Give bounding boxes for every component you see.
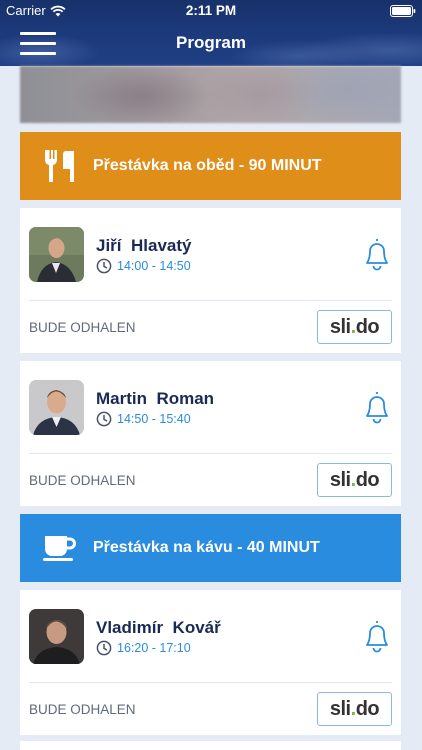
speaker-avatar bbox=[29, 609, 84, 664]
talk-card[interactable]: Jiří Hlavatý 14:00 - 14:50 BUDE ODHALEN … bbox=[20, 208, 401, 353]
app-header: Carrier 2:11 PM Program bbox=[0, 0, 422, 66]
speaker-avatar bbox=[29, 380, 84, 435]
bell-icon[interactable] bbox=[361, 618, 393, 654]
page-title: Program bbox=[176, 33, 246, 52]
event-banner-image bbox=[20, 66, 401, 123]
speaker-name: Jiří Hlavatý bbox=[96, 236, 192, 255]
slido-label: sli.do bbox=[329, 697, 380, 720]
bell-icon[interactable] bbox=[361, 236, 393, 272]
status-time: 2:11 PM bbox=[185, 3, 237, 18]
slido-button[interactable]: sli.do bbox=[317, 310, 392, 344]
slido-label: sli.do bbox=[329, 315, 380, 338]
status-bar: Carrier 2:11 PM bbox=[0, 0, 422, 22]
talk-time: 14:50 - 15:40 bbox=[96, 411, 191, 427]
card-divider bbox=[29, 300, 392, 301]
lunch-break-banner: Přestávka na oběd - 90 MINUT bbox=[20, 132, 401, 200]
talk-card[interactable]: Martin Roman 14:50 - 15:40 BUDE ODHALEN … bbox=[20, 361, 401, 506]
talk-time: 16:20 - 17:10 bbox=[96, 640, 191, 656]
talk-time-label: 16:20 - 17:10 bbox=[117, 641, 191, 655]
coffee-break-label: Přestávka na kávu - 40 MINUT bbox=[93, 539, 320, 556]
clock-icon bbox=[96, 640, 112, 656]
slido-label: sli.do bbox=[329, 468, 380, 491]
room-label: BUDE ODHALEN bbox=[29, 702, 136, 717]
fork-knife-icon bbox=[37, 146, 83, 186]
slido-button[interactable]: sli.do bbox=[317, 692, 392, 726]
lunch-break-label: Přestávka na oběd - 90 MINUT bbox=[93, 157, 322, 174]
bell-icon[interactable] bbox=[361, 389, 393, 425]
talk-time: 14:00 - 14:50 bbox=[96, 258, 191, 274]
talk-time-label: 14:50 - 15:40 bbox=[117, 412, 191, 426]
battery-icon bbox=[390, 5, 416, 17]
talk-time-label: 14:00 - 14:50 bbox=[117, 259, 191, 273]
clock-icon bbox=[96, 411, 112, 427]
speaker-name: Martin Roman bbox=[96, 389, 215, 408]
clock-icon bbox=[96, 258, 112, 274]
coffee-cup-icon bbox=[37, 528, 83, 568]
speaker-name: Vladimír Kovář bbox=[96, 618, 221, 637]
speaker-avatar bbox=[29, 227, 84, 282]
card-divider bbox=[29, 682, 392, 683]
talk-card[interactable] bbox=[20, 741, 401, 750]
slido-button[interactable]: sli.do bbox=[317, 463, 392, 497]
talk-card[interactable]: Vladimír Kovář 16:20 - 17:10 BUDE ODHALE… bbox=[20, 590, 401, 735]
room-label: BUDE ODHALEN bbox=[29, 473, 136, 488]
nav-bar: Program bbox=[0, 22, 422, 66]
coffee-break-banner: Přestávka na kávu - 40 MINUT bbox=[20, 514, 401, 582]
card-divider bbox=[29, 453, 392, 454]
room-label: BUDE ODHALEN bbox=[29, 320, 136, 335]
